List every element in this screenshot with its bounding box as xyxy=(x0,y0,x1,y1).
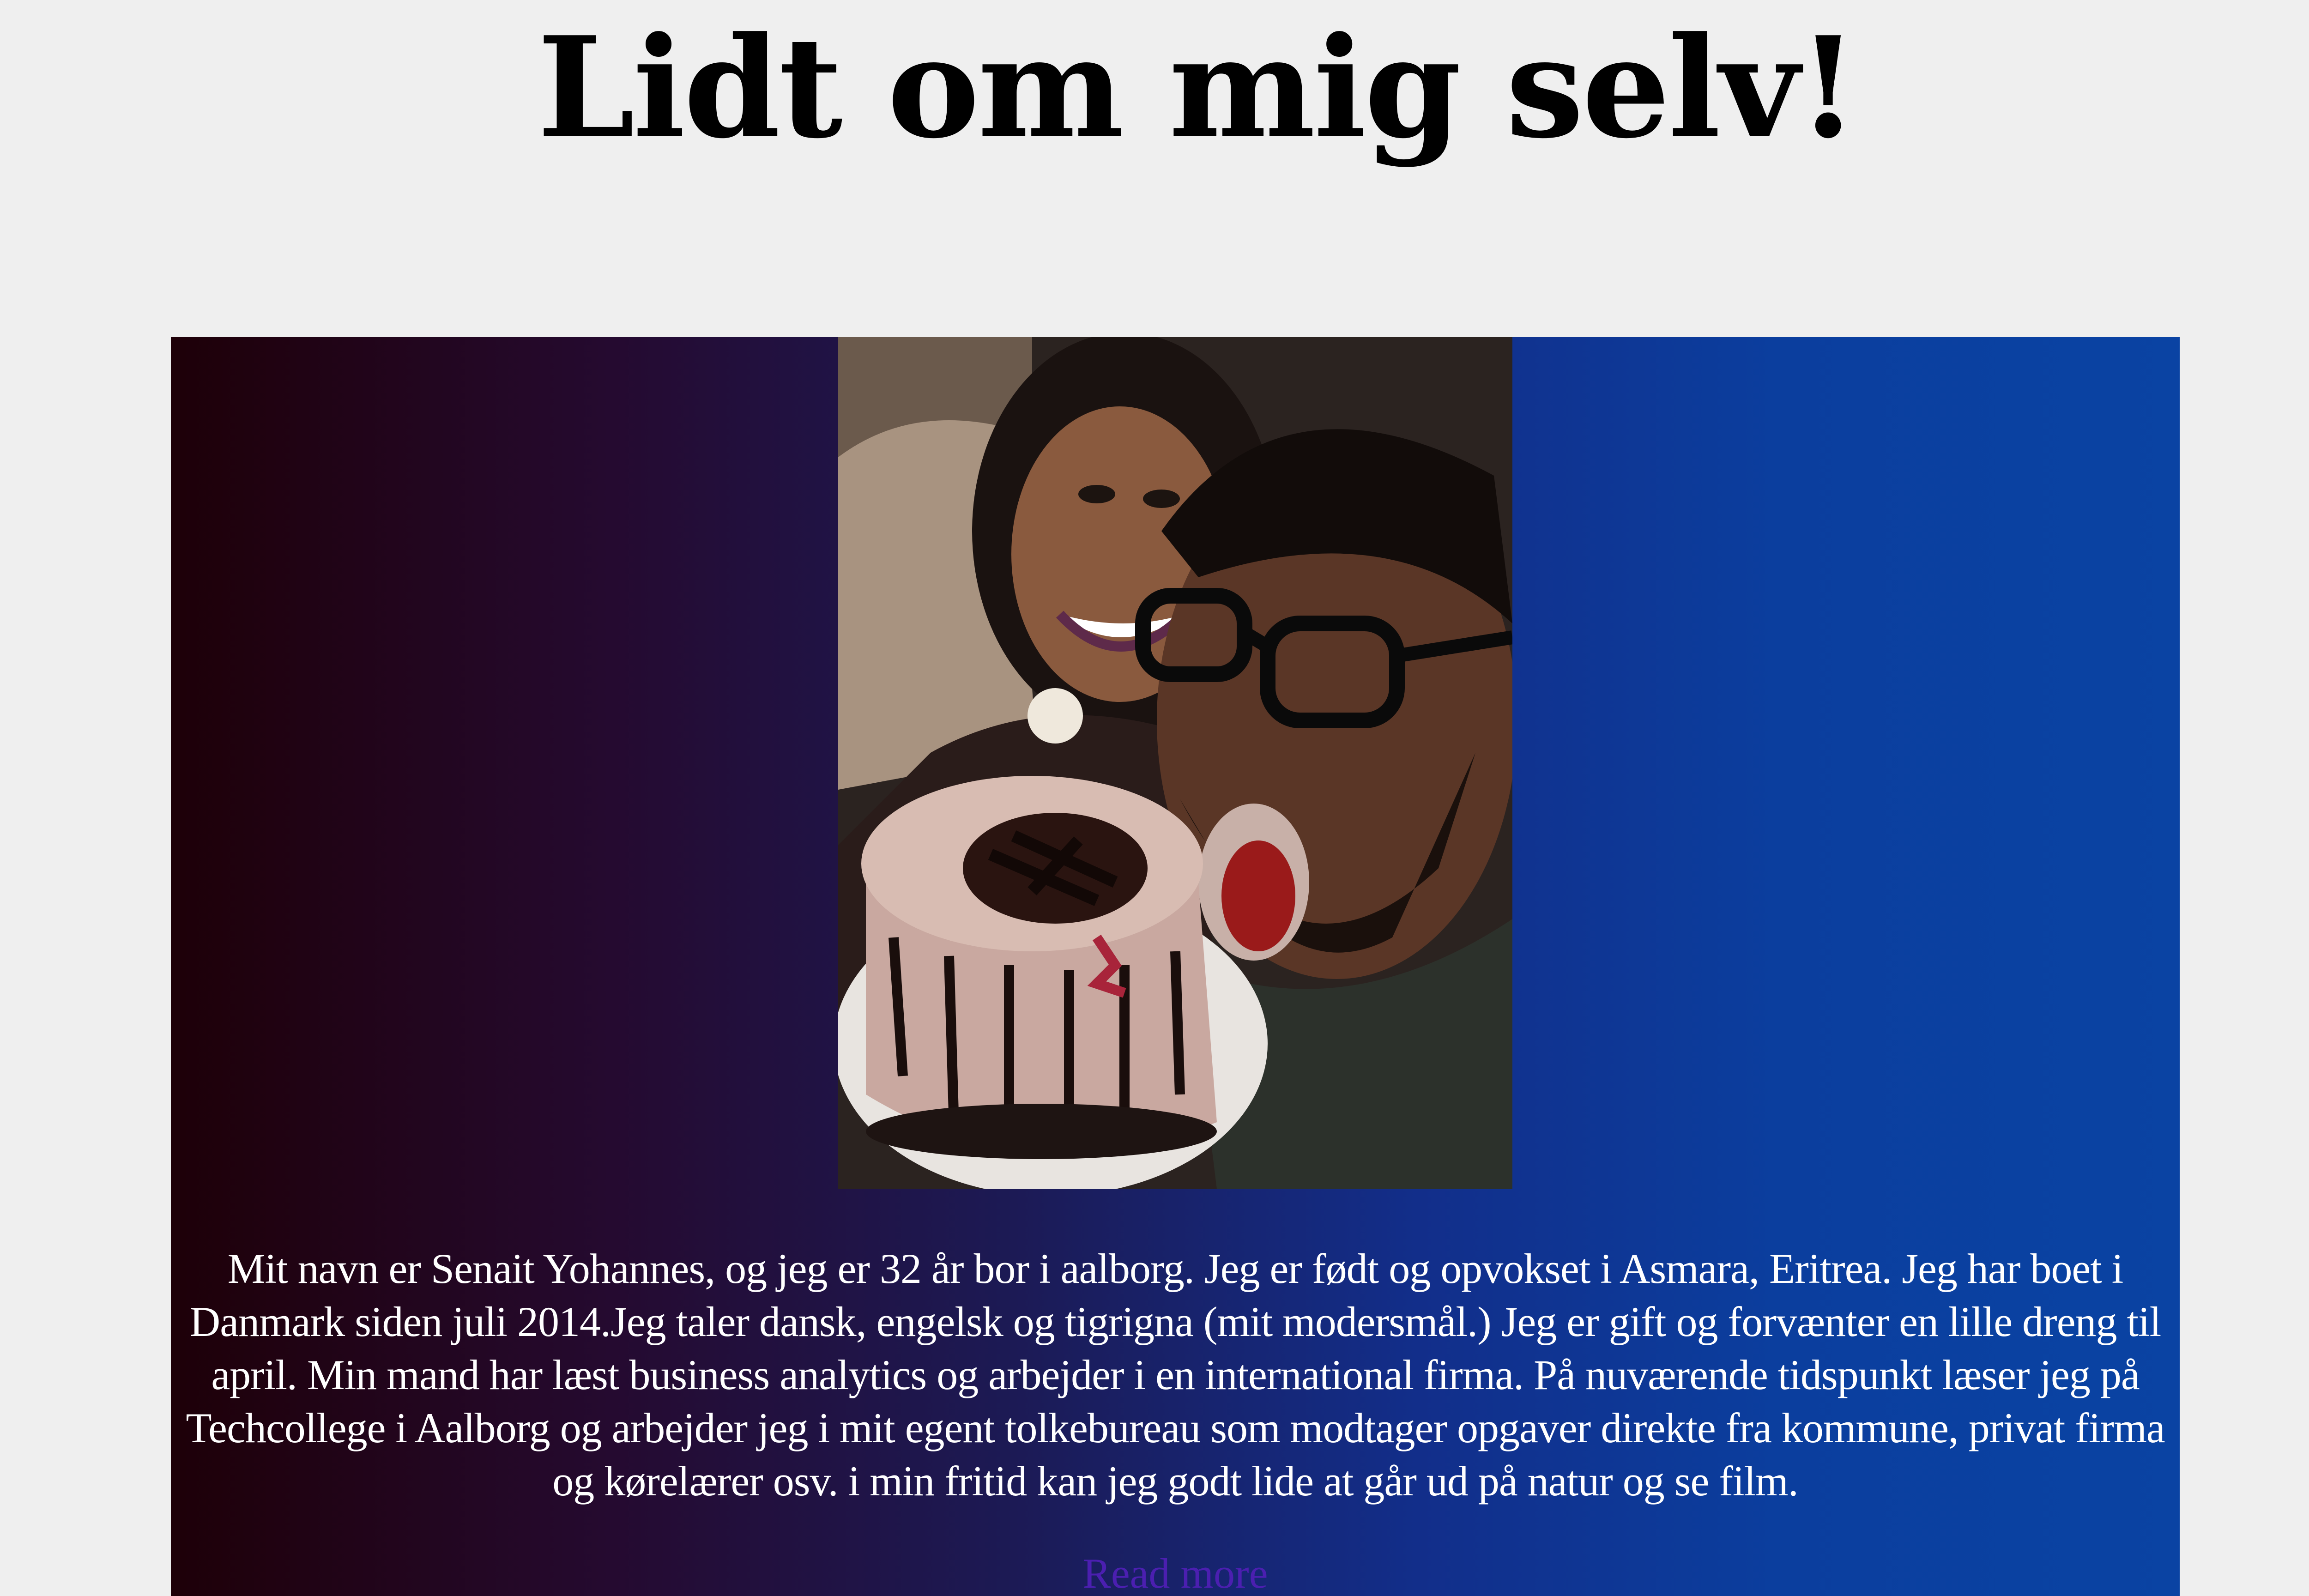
about-section: Mit navn er Senait Yohannes, og jeg er 3… xyxy=(171,337,2180,1596)
bio-text: Mit navn er Senait Yohannes, og jeg er 3… xyxy=(186,1245,2165,1505)
read-more-link[interactable]: Read more xyxy=(171,1547,2180,1596)
profile-photo xyxy=(838,337,1512,1189)
page-title: Lidt om mig selv! xyxy=(537,6,1859,169)
